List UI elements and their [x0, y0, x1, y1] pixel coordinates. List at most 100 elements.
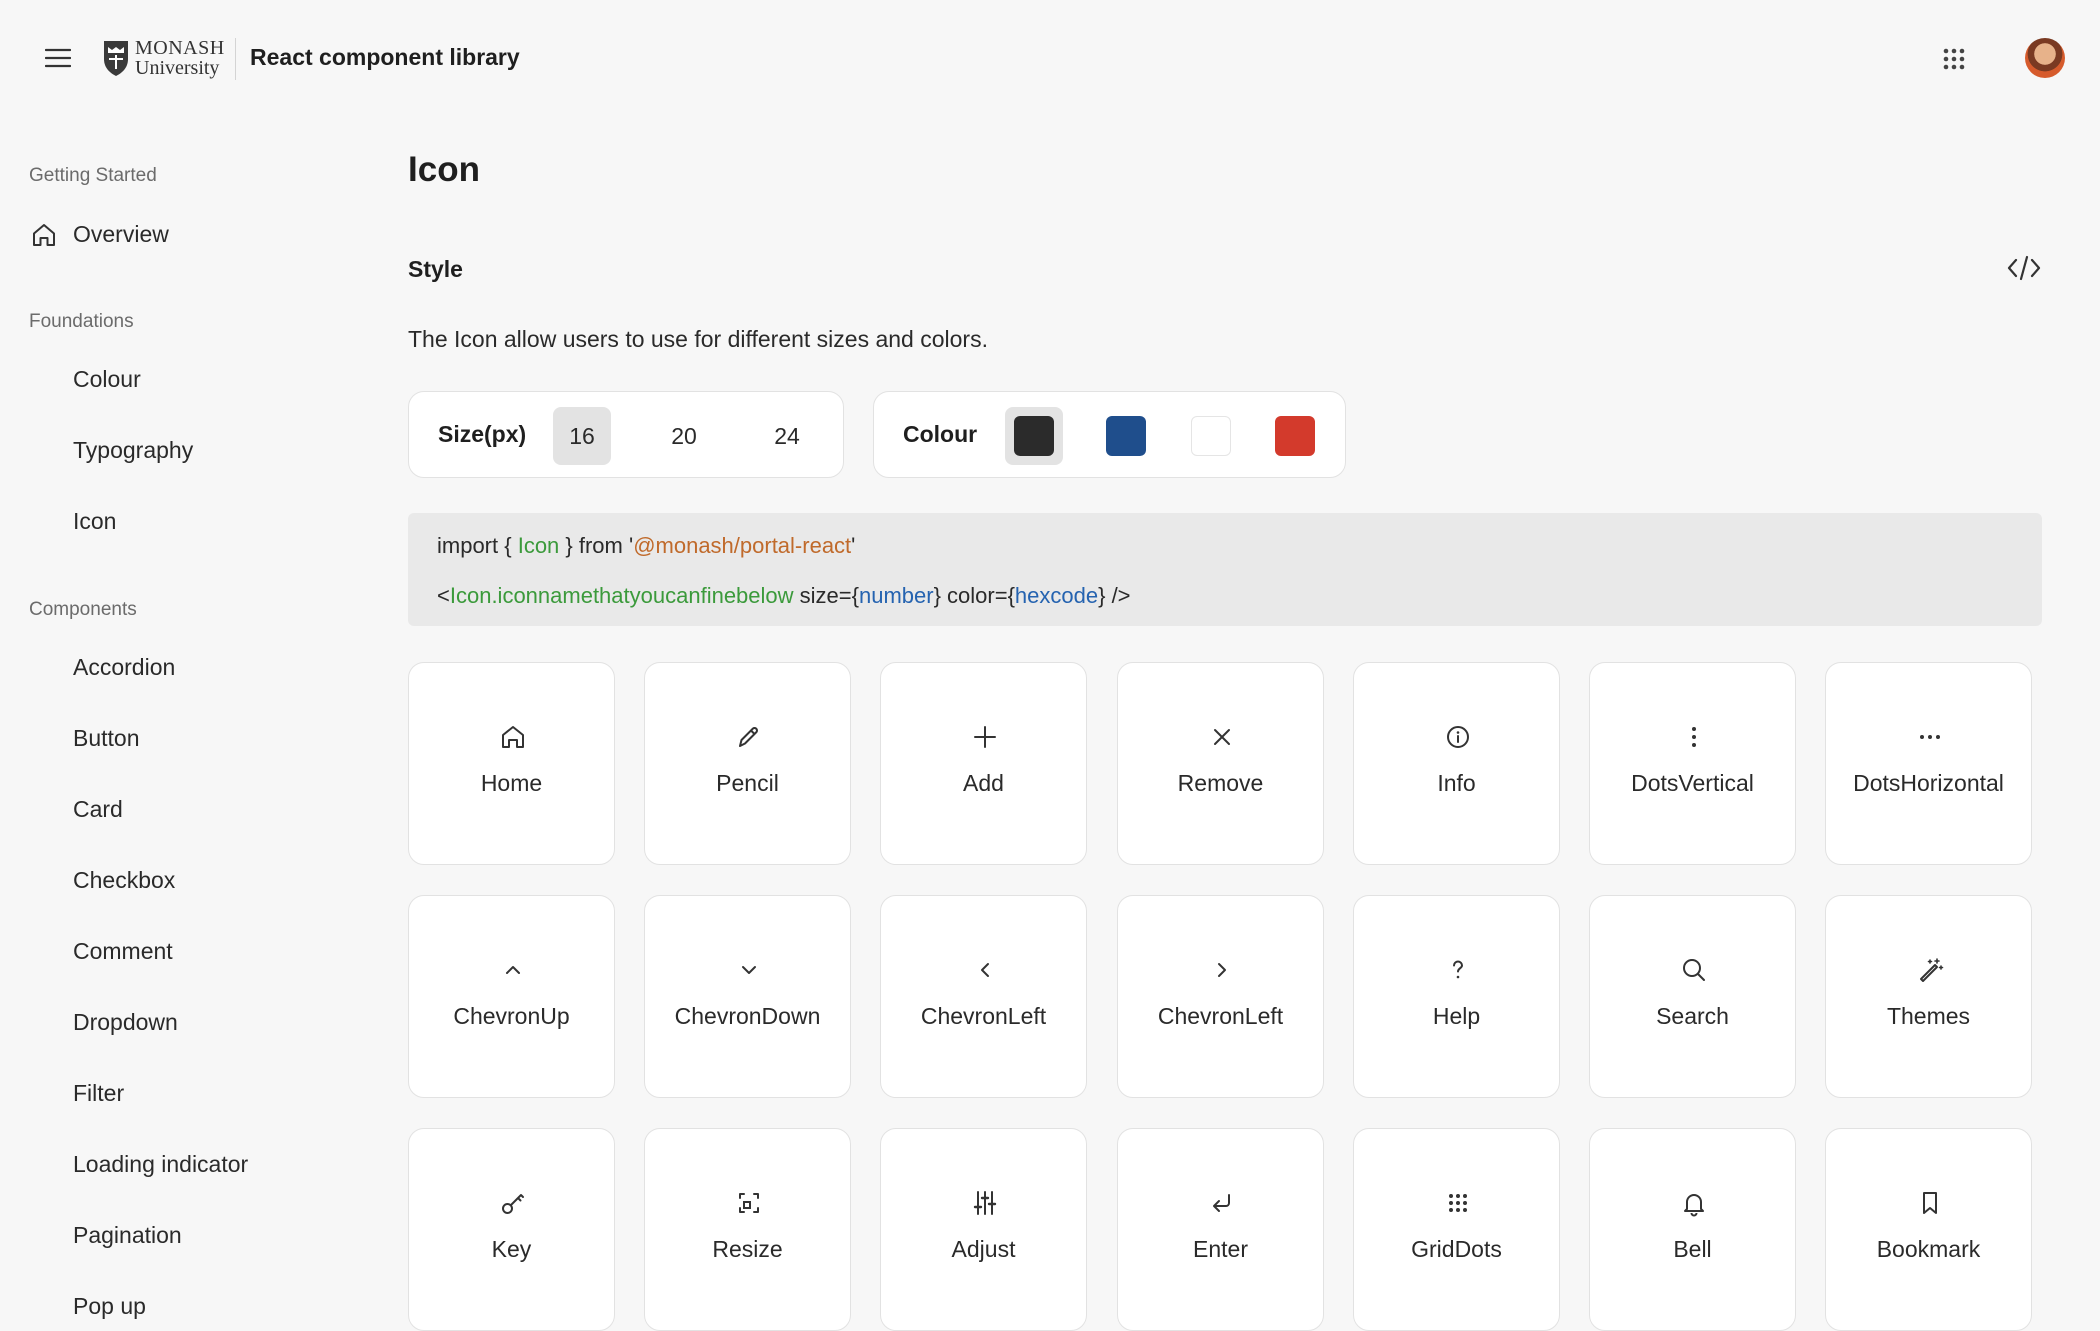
icon-card-label: GridDots [1411, 1236, 1502, 1262]
chevron-left-icon [981, 963, 989, 977]
sidebar-item-comment[interactable]: Comment [29, 929, 173, 973]
sidebar-item-icon[interactable]: Icon [29, 499, 116, 543]
sidebar-item-loading-indicator[interactable]: Loading indicator [29, 1142, 248, 1186]
section-title: Style [408, 256, 463, 282]
icon-card-home[interactable]: Home [408, 662, 615, 865]
user-avatar[interactable] [2025, 38, 2065, 78]
colour-label: Colour [903, 421, 978, 447]
logo-text-university: University [135, 57, 220, 79]
size-selector: Size(px) 16 20 24 [408, 391, 844, 478]
size-option-24[interactable]: 24 [758, 407, 816, 465]
sidebar-item-accordion[interactable]: Accordion [29, 645, 175, 689]
app-title: React component library [250, 44, 520, 70]
icon-card-remove[interactable]: Remove [1117, 662, 1324, 865]
enter-icon [1213, 1194, 1230, 1212]
icon-card-label: Home [480, 770, 543, 796]
colour-swatch [1014, 416, 1054, 456]
sidebar-item-colour[interactable]: Colour [29, 357, 141, 401]
nav-group-components: Components [29, 599, 137, 620]
info-icon [1447, 726, 1469, 748]
icon-card-bell[interactable]: Bell [1589, 1128, 1796, 1331]
icon-card-chevron-right[interactable]: ChevronLeft [1117, 895, 1324, 1098]
pencil-icon [739, 727, 758, 747]
sidebar-item-typography[interactable]: Typography [29, 428, 193, 472]
icon-card-label: Info [1437, 770, 1476, 796]
sidebar-item-label: Typography [73, 436, 194, 463]
resize-icon [739, 1193, 759, 1213]
icon-card-help[interactable]: Help [1353, 895, 1560, 1098]
icon-card-info[interactable]: Info [1353, 662, 1560, 865]
icon-card-label: ChevronDown [674, 1003, 821, 1029]
colour-option-black[interactable] [1005, 407, 1063, 465]
sidebar-item-label: Icon [73, 507, 117, 534]
add-icon [974, 726, 996, 748]
icon-card-label: Resize [712, 1236, 783, 1262]
icon-card-grid-dots[interactable]: GridDots [1353, 1128, 1560, 1331]
sidebar-item-pagination[interactable]: Pagination [29, 1213, 182, 1257]
dots-vertical-icon [1692, 727, 1696, 747]
sidebar-item-button[interactable]: Button [29, 716, 140, 760]
icon-card-label: ChevronUp [453, 1003, 570, 1029]
chevron-down-icon [742, 966, 756, 974]
sidebar-item-label: Accordion [73, 653, 176, 680]
icon-card-add[interactable]: Add [880, 662, 1087, 865]
grid-dots-icon [1943, 48, 1965, 70]
header-divider [235, 38, 236, 80]
sidebar-item-card[interactable]: Card [29, 787, 123, 831]
apps-button[interactable] [1938, 43, 1970, 75]
icon-card-label: Bell [1673, 1236, 1712, 1262]
sidebar-item-label: Overview [73, 220, 169, 247]
colour-option-blue[interactable] [1097, 407, 1155, 465]
nav-group-foundations: Foundations [29, 311, 134, 332]
sidebar-item-dropdown[interactable]: Dropdown [29, 1000, 178, 1044]
icon-card-key[interactable]: Key [408, 1128, 615, 1331]
hamburger-icon [45, 48, 71, 68]
icon-card-chevron-left[interactable]: ChevronLeft [880, 895, 1087, 1098]
sidebar-item-label: Pop up [73, 1292, 146, 1319]
colour-option-white[interactable] [1182, 407, 1240, 465]
sidebar-item-label: Comment [73, 937, 173, 964]
colour-selector: Colour [873, 391, 1346, 478]
icon-card-adjust[interactable]: Adjust [880, 1128, 1087, 1331]
icon-card-dots-horizontal[interactable]: DotsHorizontal [1825, 662, 2032, 865]
icon-card-label: Bookmark [1876, 1236, 1981, 1262]
monash-logo[interactable]: MONASH University [103, 36, 225, 80]
icon-card-label: Enter [1193, 1236, 1248, 1262]
logo-text-monash: MONASH [135, 37, 225, 59]
icon-card-label: ChevronLeft [1157, 1003, 1284, 1029]
monash-crest-icon [104, 41, 128, 76]
sidebar-item-label: Button [73, 724, 140, 751]
sidebar-item-label: Colour [73, 365, 141, 392]
size-option-16[interactable]: 16 [553, 407, 611, 465]
icon-card-search[interactable]: Search [1589, 895, 1796, 1098]
icon-card-themes[interactable]: Themes [1825, 895, 2032, 1098]
code-icon [2007, 255, 2041, 281]
size-option-20[interactable]: 20 [655, 407, 713, 465]
sidebar: Getting Started Overview Foundations Col… [0, 117, 380, 1319]
icon-card-pencil[interactable]: Pencil [644, 662, 851, 865]
icon-card-resize[interactable]: Resize [644, 1128, 851, 1331]
sidebar-item-pop-up[interactable]: Pop up [29, 1284, 146, 1328]
size-label: Size(px) [438, 421, 527, 447]
icon-card-chevron-down[interactable]: ChevronDown [644, 895, 851, 1098]
page-title: Icon [408, 150, 480, 189]
nav-group-getting-started: Getting Started [29, 165, 157, 186]
icon-card-enter[interactable]: Enter [1117, 1128, 1324, 1331]
chevron-up-icon [506, 966, 520, 974]
icon-card-label: DotsHorizontal [1853, 770, 2004, 796]
sidebar-item-filter[interactable]: Filter [29, 1071, 124, 1115]
icon-card-label: Key [491, 1236, 532, 1262]
sidebar-item-checkbox[interactable]: Checkbox [29, 858, 175, 902]
icon-card-chevron-up[interactable]: ChevronUp [408, 895, 615, 1098]
code-line-import: import { Icon } from '@monash/portal-rea… [437, 533, 856, 558]
bookmark-icon [1923, 1192, 1937, 1214]
colour-option-red[interactable] [1266, 407, 1324, 465]
bell-icon [1684, 1194, 1704, 1217]
sidebar-item-overview[interactable]: Overview [29, 212, 169, 256]
icon-card-dots-vertical[interactable]: DotsVertical [1589, 662, 1796, 865]
chevron-right-icon [1218, 963, 1226, 977]
icon-card-label: Pencil [716, 770, 779, 796]
icon-card-bookmark[interactable]: Bookmark [1825, 1128, 2032, 1331]
view-code-button[interactable] [2006, 253, 2042, 283]
menu-button[interactable] [40, 43, 76, 73]
